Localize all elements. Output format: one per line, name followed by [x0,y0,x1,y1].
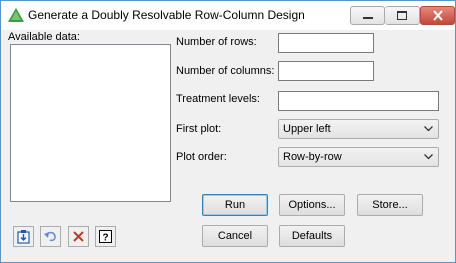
transfer-icon [17,230,30,244]
dialog-window: Generate a Doubly Resolvable Row-Column … [0,0,456,263]
close-window-button[interactable] [420,6,455,25]
first-plot-value: Upper left [283,123,331,135]
chevron-down-icon [424,126,433,132]
number-of-columns-input[interactable] [278,61,374,81]
treatment-levels-input[interactable] [278,91,439,111]
plot-order-value: Row-by-row [283,151,342,163]
dialog-body: Available data: Number of rows: Number o… [2,30,454,262]
number-of-rows-label: Number of rows: [176,36,257,48]
first-plot-label: First plot: [176,123,222,135]
undo-button[interactable] [40,226,61,247]
transfer-button[interactable] [13,226,34,247]
svg-text:?: ? [102,233,108,244]
number-of-rows-input[interactable] [278,33,374,53]
help-button[interactable]: ? [95,226,116,247]
window-title: Generate a Doubly Resolvable Row-Column … [28,8,305,22]
clear-button[interactable] [68,226,89,247]
available-data-label: Available data: [8,31,80,43]
close-icon [433,10,443,21]
clear-icon [73,231,84,242]
options-button[interactable]: Options... [279,194,345,216]
available-data-list[interactable] [10,44,171,202]
minimize-icon [363,17,373,19]
plot-order-label: Plot order: [176,151,227,163]
cancel-button[interactable]: Cancel [202,225,268,247]
number-of-columns-label: Number of columns: [176,65,275,77]
chevron-down-icon [424,154,433,160]
minimize-button[interactable] [350,6,385,25]
plot-order-select[interactable]: Row-by-row [278,147,439,167]
title-bar[interactable]: Generate a Doubly Resolvable Row-Column … [1,1,455,30]
first-plot-select[interactable]: Upper left [278,119,439,139]
run-button[interactable]: Run [202,194,268,216]
undo-icon [44,231,56,242]
defaults-button[interactable]: Defaults [279,225,345,247]
store-button[interactable]: Store... [357,194,423,216]
maximize-button[interactable] [385,6,420,25]
maximize-icon [397,11,407,20]
triangle-app-icon [8,8,24,22]
help-icon: ? [99,230,112,244]
treatment-levels-label: Treatment levels: [176,93,260,105]
